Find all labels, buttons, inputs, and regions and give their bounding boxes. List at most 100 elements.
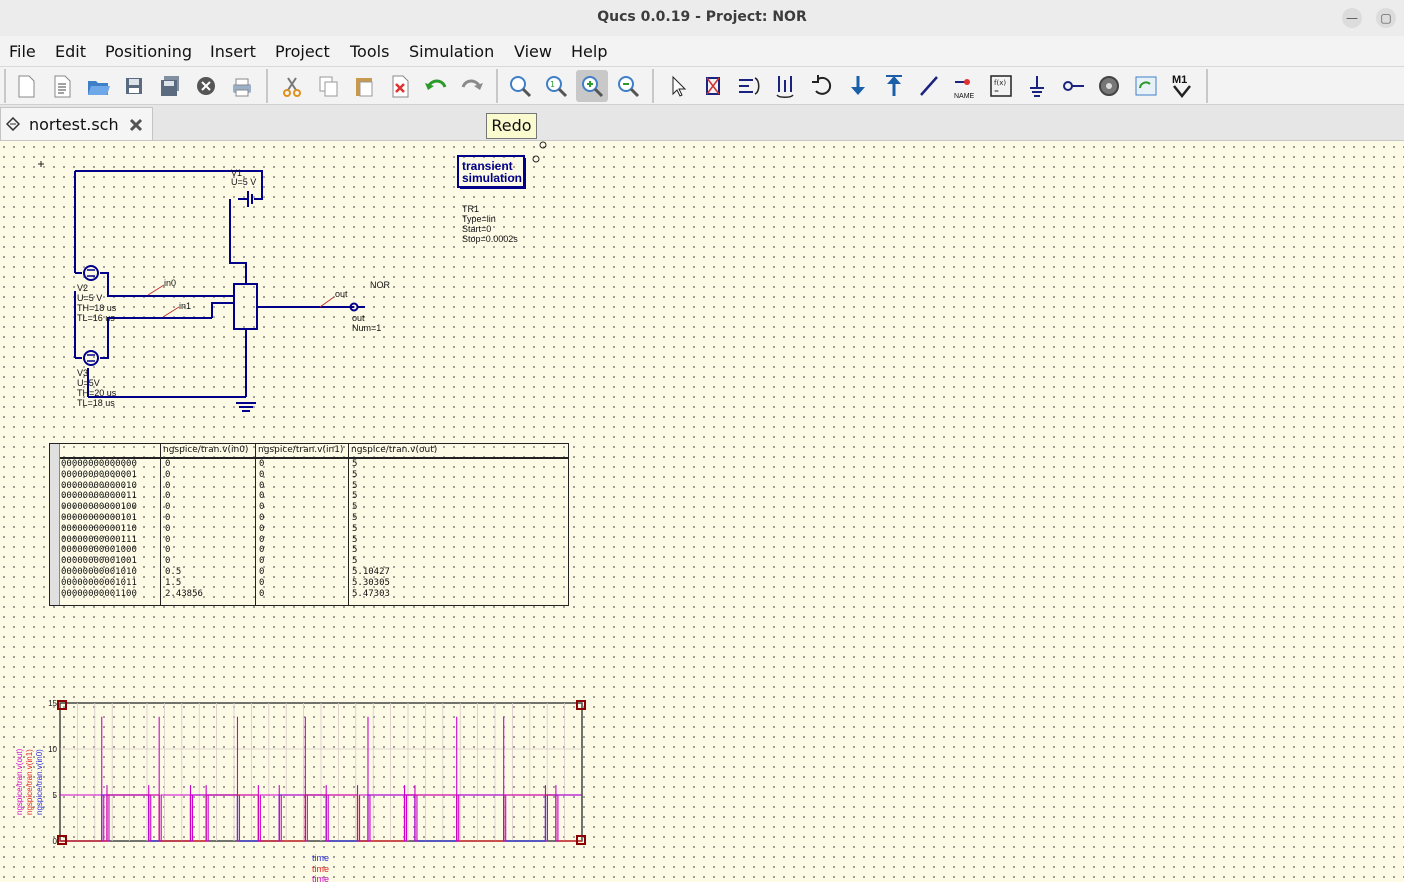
transient-simulation-block[interactable]: transient simulation TR1 Type=lin Start=… bbox=[457, 155, 526, 244]
cut-icon[interactable] bbox=[276, 70, 308, 102]
menu-view[interactable]: View bbox=[514, 42, 552, 61]
zoom-1to1-icon[interactable]: 1 bbox=[540, 70, 572, 102]
sim-param-name: TR1 bbox=[462, 204, 479, 214]
ground-icon[interactable] bbox=[1021, 70, 1053, 102]
v2-voltage-label: U=5 V bbox=[77, 293, 102, 303]
table-row: 00000000000101 0 0 5 bbox=[61, 513, 567, 524]
wire-label-icon[interactable]: NAME bbox=[949, 70, 981, 102]
copy-icon[interactable] bbox=[312, 70, 344, 102]
v1-value-label: U=5 V bbox=[231, 177, 256, 187]
new-text-icon[interactable] bbox=[46, 70, 78, 102]
toolbar-separator bbox=[1206, 69, 1208, 103]
table-cell: 00000000000111 bbox=[61, 534, 137, 545]
maximize-button[interactable]: ▢ bbox=[1376, 8, 1396, 28]
menu-file[interactable]: File bbox=[9, 42, 36, 61]
xlabel-1: time bbox=[312, 853, 329, 863]
table-cell: 0 bbox=[259, 556, 265, 567]
v3-th-label: TH=20 us bbox=[77, 388, 117, 398]
toolbar-separator bbox=[266, 69, 268, 103]
select-icon[interactable] bbox=[662, 70, 694, 102]
table-cell: 5 bbox=[352, 545, 358, 556]
view-data-icon[interactable] bbox=[1130, 70, 1162, 102]
table-cell: 00000000000010 bbox=[61, 480, 137, 491]
output-port[interactable]: out Num=1 bbox=[349, 302, 382, 334]
table-cell: 0 bbox=[259, 480, 265, 491]
redo-icon[interactable] bbox=[456, 70, 488, 102]
mirror-y-icon[interactable] bbox=[769, 70, 801, 102]
deactivate-icon[interactable] bbox=[697, 70, 729, 102]
table-header-in0: ngspice/tran.v(in0) bbox=[163, 445, 249, 455]
close-icon[interactable] bbox=[190, 70, 222, 102]
menu-positioning[interactable]: Positioning bbox=[105, 42, 192, 61]
v2-pulse-source[interactable]: V2 U=5 V TH=18 us TL=16 us bbox=[77, 265, 117, 323]
sim-param-stop: Stop=0.0002s bbox=[462, 234, 518, 244]
in0-text: in0 bbox=[164, 278, 176, 288]
tabular-diagram[interactable]: ngspice/tran.v(in0) ngspice/tran.v(in1) … bbox=[49, 443, 569, 606]
marker-icon[interactable]: M1 bbox=[1166, 70, 1198, 102]
svg-text:f(x): f(x) bbox=[994, 79, 1006, 87]
zoom-out-icon[interactable] bbox=[612, 70, 644, 102]
save-icon[interactable] bbox=[118, 70, 150, 102]
v2-tl-label: TL=16 us bbox=[77, 313, 115, 323]
table-cell: 5 bbox=[352, 502, 358, 513]
zoom-fit-icon[interactable] bbox=[504, 70, 536, 102]
menu-insert[interactable]: Insert bbox=[210, 42, 256, 61]
table-cell: 0 bbox=[259, 577, 265, 588]
table-cell: 5 bbox=[352, 523, 358, 534]
pop-out-icon[interactable] bbox=[878, 70, 910, 102]
y-tick-label: 0 bbox=[53, 837, 58, 846]
menu-simulation[interactable]: Simulation bbox=[409, 42, 494, 61]
wire-label-out[interactable]: out bbox=[319, 289, 348, 308]
simulate-icon[interactable] bbox=[1093, 70, 1125, 102]
wire-label-in1[interactable]: in1 bbox=[162, 301, 191, 318]
table-cell: 00000000001001 bbox=[61, 556, 137, 567]
wire-label-in0[interactable]: in0 bbox=[147, 278, 176, 296]
rotate-icon[interactable] bbox=[806, 70, 838, 102]
go-into-icon[interactable] bbox=[842, 70, 874, 102]
undo-icon[interactable] bbox=[420, 70, 452, 102]
wire-label-text: NAME bbox=[954, 93, 975, 100]
wire-icon[interactable] bbox=[913, 70, 945, 102]
paste-icon[interactable] bbox=[348, 70, 380, 102]
table-cell: 00000000000000 bbox=[61, 459, 137, 469]
tab-nortest-sch[interactable]: nortest.sch bbox=[0, 107, 153, 140]
v1-dc-source[interactable]: V1 U=5 V bbox=[231, 168, 256, 207]
table-cell: 0 bbox=[165, 556, 171, 567]
xlabel-2: time bbox=[312, 864, 329, 874]
new-file-icon[interactable] bbox=[10, 70, 42, 102]
table-cell: 0 bbox=[259, 534, 265, 545]
sim-param-start: Start=0 bbox=[462, 224, 491, 234]
menu-tools[interactable]: Tools bbox=[350, 42, 389, 61]
table-cell: 0 bbox=[165, 502, 171, 513]
mirror-x-icon[interactable] bbox=[733, 70, 765, 102]
in1-text: in1 bbox=[179, 301, 191, 311]
menu-help[interactable]: Help bbox=[571, 42, 607, 61]
table-row: 00000000000100 0 0 5 bbox=[61, 502, 567, 513]
table-cell: 00000000000101 bbox=[61, 512, 137, 523]
print-icon[interactable] bbox=[226, 70, 258, 102]
port-num-label: Num=1 bbox=[352, 323, 381, 333]
zoom-in-icon[interactable] bbox=[576, 70, 608, 102]
cartesian-diagram[interactable]: 0 5 10 15 ngspice/tran.v(out) ngspice/tran.… bbox=[15, 699, 586, 882]
sim-param-type: Type=lin bbox=[462, 214, 496, 224]
menu-project[interactable]: Project bbox=[275, 42, 330, 61]
table-cell: 0 bbox=[259, 588, 265, 599]
delete-icon[interactable] bbox=[384, 70, 416, 102]
save-all-icon[interactable] bbox=[154, 70, 186, 102]
ground-symbol[interactable] bbox=[236, 402, 256, 412]
port-icon[interactable] bbox=[1057, 70, 1089, 102]
table-cell: 5.30305 bbox=[352, 577, 390, 588]
table-scrollbar[interactable] bbox=[50, 444, 60, 605]
table-cell: 0 bbox=[259, 502, 265, 513]
marker-label-text: M1 bbox=[1172, 74, 1187, 86]
schematic-canvas[interactable]: V1 U=5 V V2 U=5 V TH=18 us TL=16 us V3 U… bbox=[0, 141, 1404, 882]
nor-subcircuit[interactable]: NOR bbox=[233, 280, 391, 330]
open-icon[interactable] bbox=[82, 70, 114, 102]
menu-edit[interactable]: Edit bbox=[55, 42, 86, 61]
table-cell: 2.43856 bbox=[165, 588, 203, 599]
v3-pulse-source[interactable]: V3 U=5V TH=20 us TL=18 us bbox=[77, 350, 117, 408]
equation-icon[interactable]: f(x)= bbox=[985, 70, 1017, 102]
tab-close-icon[interactable] bbox=[128, 117, 144, 133]
table-row: 00000000000111 0 0 5 bbox=[61, 535, 567, 546]
minimize-button[interactable]: — bbox=[1342, 8, 1362, 28]
